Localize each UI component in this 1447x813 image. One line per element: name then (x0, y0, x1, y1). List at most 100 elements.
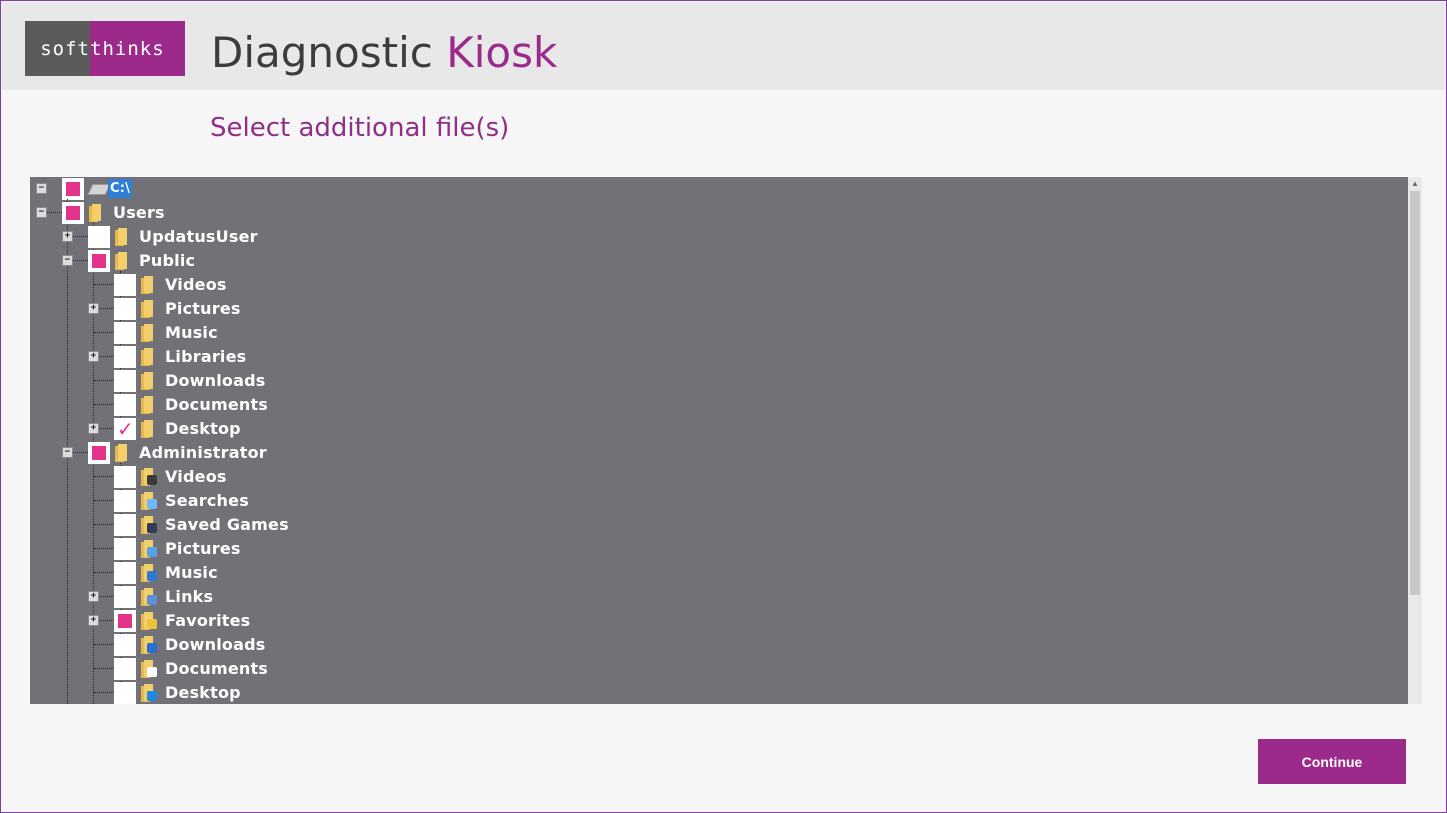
expand-icon[interactable]: + (62, 231, 73, 242)
scroll-up-icon[interactable]: ▲ (1408, 177, 1422, 191)
tree-item-label[interactable]: Pictures (165, 539, 241, 558)
collapse-icon[interactable]: − (36, 207, 47, 218)
tree-item-label[interactable]: Music (165, 323, 218, 342)
app-title-main: Diagnostic (211, 28, 433, 77)
expand-icon[interactable]: + (88, 615, 99, 626)
app-window: soft thinks Diagnostic Kiosk Select addi… (0, 0, 1447, 813)
folder-icon (141, 324, 155, 342)
folder-icon (141, 372, 155, 390)
tree-item-label[interactable]: Searches (165, 491, 249, 510)
continue-button[interactable]: Continue (1258, 739, 1406, 784)
collapse-icon[interactable]: − (36, 183, 47, 194)
tree-item-label[interactable]: Documents (165, 395, 268, 414)
tree-checkbox[interactable] (114, 514, 136, 536)
tree-line (94, 404, 116, 405)
collapse-icon[interactable]: − (62, 255, 73, 266)
tree-item-label[interactable]: Users (113, 203, 165, 222)
tree-checkbox[interactable] (114, 417, 136, 441)
tree-checkbox[interactable] (62, 202, 84, 224)
logo-part-a: soft (25, 21, 90, 76)
folder-icon (141, 300, 155, 318)
tree-item-label[interactable]: Desktop (165, 419, 241, 438)
tree-item-label[interactable]: Videos (165, 467, 227, 486)
desktop-folder-icon (141, 684, 157, 702)
folder-icon (89, 204, 103, 222)
softthinks-logo: soft thinks (25, 21, 185, 76)
tree-item-label[interactable]: Downloads (165, 635, 266, 654)
logo-part-b: thinks (90, 21, 185, 76)
saved-games-folder-icon (141, 516, 157, 534)
tree-line (94, 284, 116, 285)
tree-item-label[interactable]: Music (165, 563, 218, 582)
tree-root-label[interactable]: C:\ (108, 179, 133, 198)
tree-item-label[interactable]: UpdatusUser (139, 227, 258, 246)
expand-icon[interactable]: + (88, 303, 99, 314)
expand-icon[interactable]: + (88, 591, 99, 602)
collapse-icon[interactable]: − (62, 447, 73, 458)
folder-icon (115, 252, 129, 270)
tree-item-label[interactable]: Public (139, 251, 195, 270)
page-title: Select additional file(s) (210, 113, 510, 143)
tree-checkbox[interactable] (88, 250, 110, 272)
tree-line (94, 476, 116, 477)
folder-icon (115, 228, 129, 246)
tree-checkbox[interactable] (62, 178, 84, 200)
downloads-folder-icon (141, 636, 157, 654)
folder-icon (141, 396, 155, 414)
folder-icon (115, 444, 129, 462)
documents-folder-icon (141, 660, 157, 678)
tree-checkbox[interactable] (114, 322, 136, 344)
tree-checkbox[interactable] (114, 274, 136, 296)
app-title-accent: Kiosk (446, 28, 558, 77)
tree-checkbox[interactable] (114, 466, 136, 488)
app-title: Diagnostic Kiosk (211, 28, 557, 77)
tree-checkbox[interactable] (114, 346, 136, 368)
tree-item-label[interactable]: Documents (165, 659, 268, 678)
tree-checkbox[interactable] (114, 490, 136, 512)
tree-checkbox[interactable] (114, 610, 136, 632)
tree-line (94, 500, 116, 501)
tree-checkbox[interactable] (114, 394, 136, 416)
tree-line (94, 524, 116, 525)
tree-line (94, 572, 116, 573)
tree-checkbox[interactable] (114, 370, 136, 392)
tree-checkbox[interactable] (88, 226, 110, 248)
tree-item-label[interactable]: Links (165, 587, 213, 606)
tree-checkbox[interactable] (114, 634, 136, 656)
tree-line (94, 644, 116, 645)
tree-line (94, 332, 116, 333)
scroll-thumb[interactable] (1410, 191, 1420, 595)
tree-checkbox[interactable] (114, 682, 136, 704)
tree-line (94, 380, 116, 381)
tree-checkbox[interactable] (88, 442, 110, 464)
searches-folder-icon (141, 492, 157, 510)
tree-line (94, 692, 116, 693)
tree-item-label[interactable]: Pictures (165, 299, 241, 318)
vertical-scrollbar[interactable]: ▲ (1408, 177, 1422, 704)
music-folder-icon (141, 564, 157, 582)
tree-line (94, 668, 116, 669)
favorites-folder-icon (141, 612, 157, 630)
tree-checkbox[interactable] (114, 658, 136, 680)
tree-item-label[interactable]: Favorites (165, 611, 250, 630)
tree-checkbox[interactable] (114, 298, 136, 320)
tree-checkbox[interactable] (114, 586, 136, 608)
expand-icon[interactable]: + (88, 351, 99, 362)
folder-tree[interactable]: − C:\ − Users + UpdatusUser − Public Videos + Pi… (30, 177, 1422, 704)
tree-line (94, 548, 116, 549)
tree-checkbox[interactable] (114, 562, 136, 584)
tree-item-label[interactable]: Videos (165, 275, 227, 294)
tree-item-label[interactable]: Downloads (165, 371, 266, 390)
folder-icon (141, 420, 155, 438)
pictures-folder-icon (141, 540, 157, 558)
tree-item-label[interactable]: Desktop (165, 683, 241, 702)
tree-item-label[interactable]: Saved Games (165, 515, 289, 534)
folder-icon (141, 276, 155, 294)
tree-item-label[interactable]: Administrator (139, 443, 267, 462)
header-bar: soft thinks Diagnostic Kiosk (2, 2, 1445, 90)
videos-folder-icon (141, 468, 157, 486)
tree-item-label[interactable]: Libraries (165, 347, 246, 366)
tree-checkbox[interactable] (114, 538, 136, 560)
expand-icon[interactable]: + (88, 423, 99, 434)
links-folder-icon (141, 588, 157, 606)
